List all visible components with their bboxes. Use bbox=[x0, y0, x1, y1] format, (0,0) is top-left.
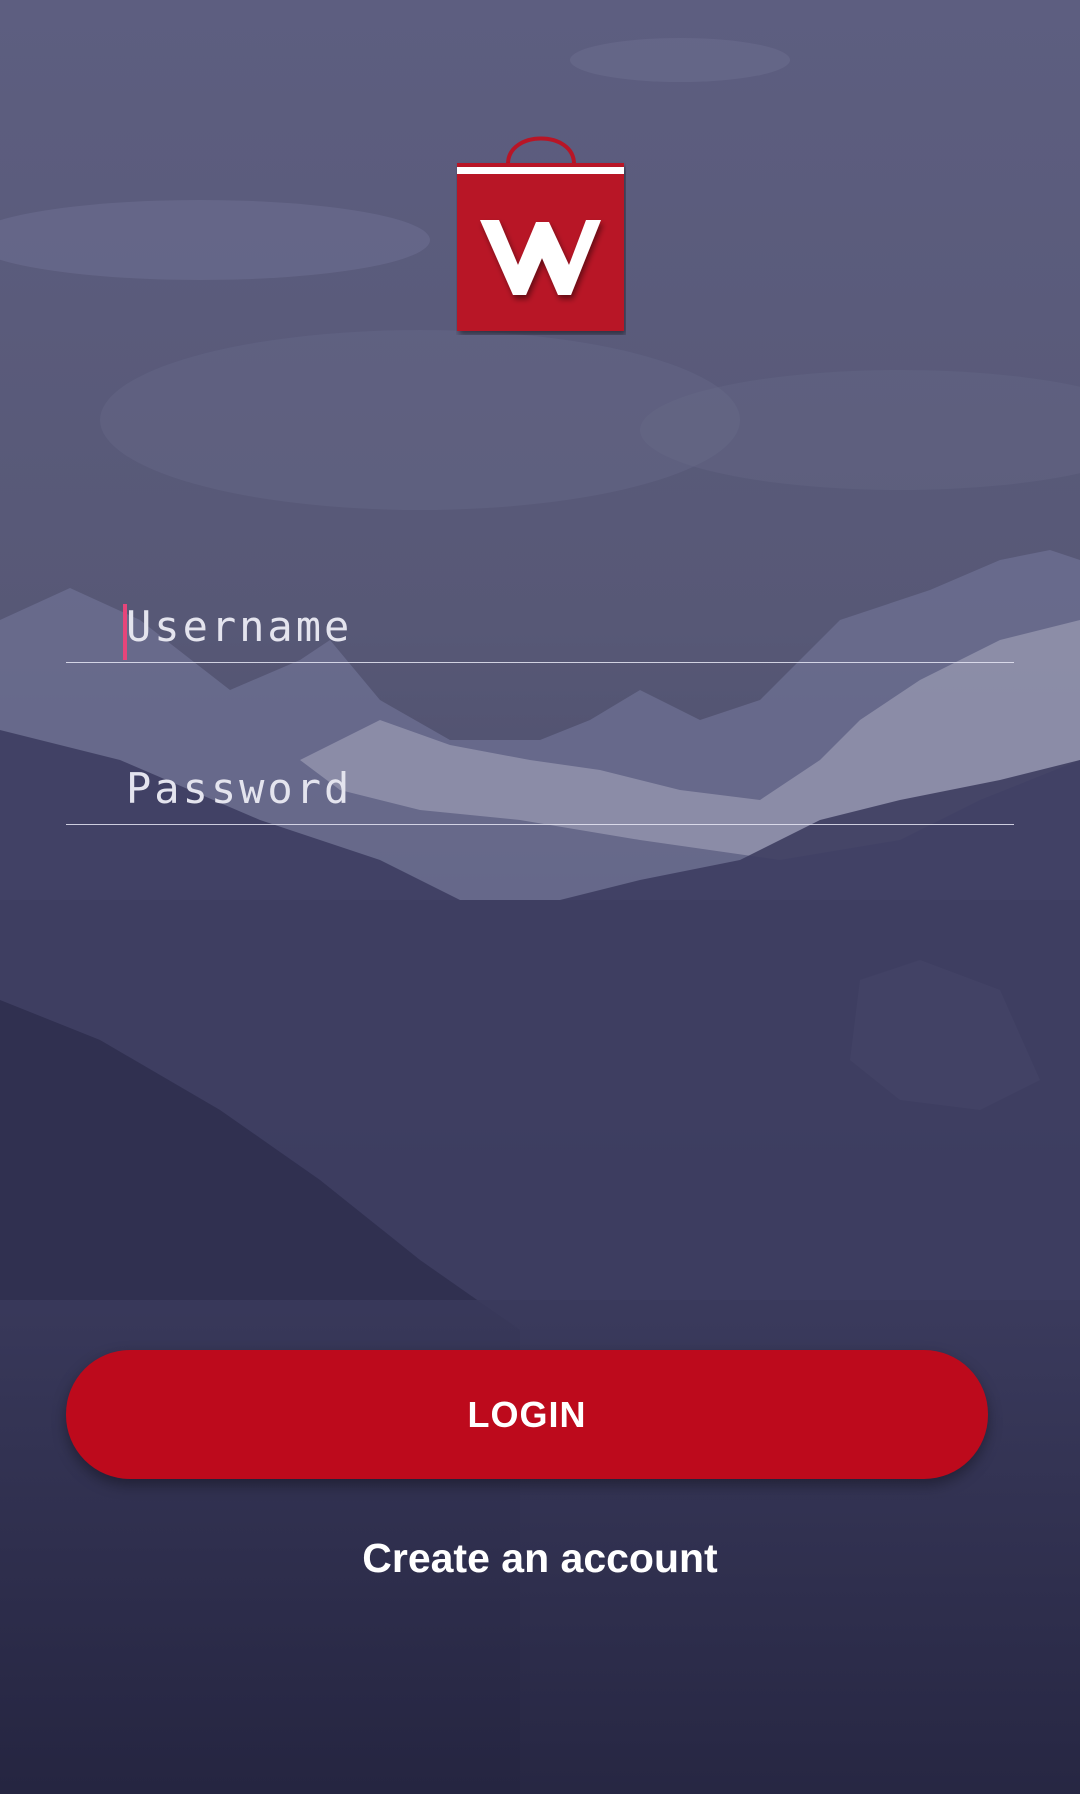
password-field[interactable] bbox=[66, 744, 1014, 825]
username-field[interactable] bbox=[66, 582, 1014, 663]
shopping-bag-logo-icon bbox=[457, 136, 624, 331]
username-input[interactable] bbox=[126, 590, 986, 662]
login-button[interactable]: LOGIN bbox=[66, 1350, 988, 1479]
create-account-link[interactable]: Create an account bbox=[0, 1535, 1080, 1582]
password-input[interactable] bbox=[126, 752, 986, 824]
